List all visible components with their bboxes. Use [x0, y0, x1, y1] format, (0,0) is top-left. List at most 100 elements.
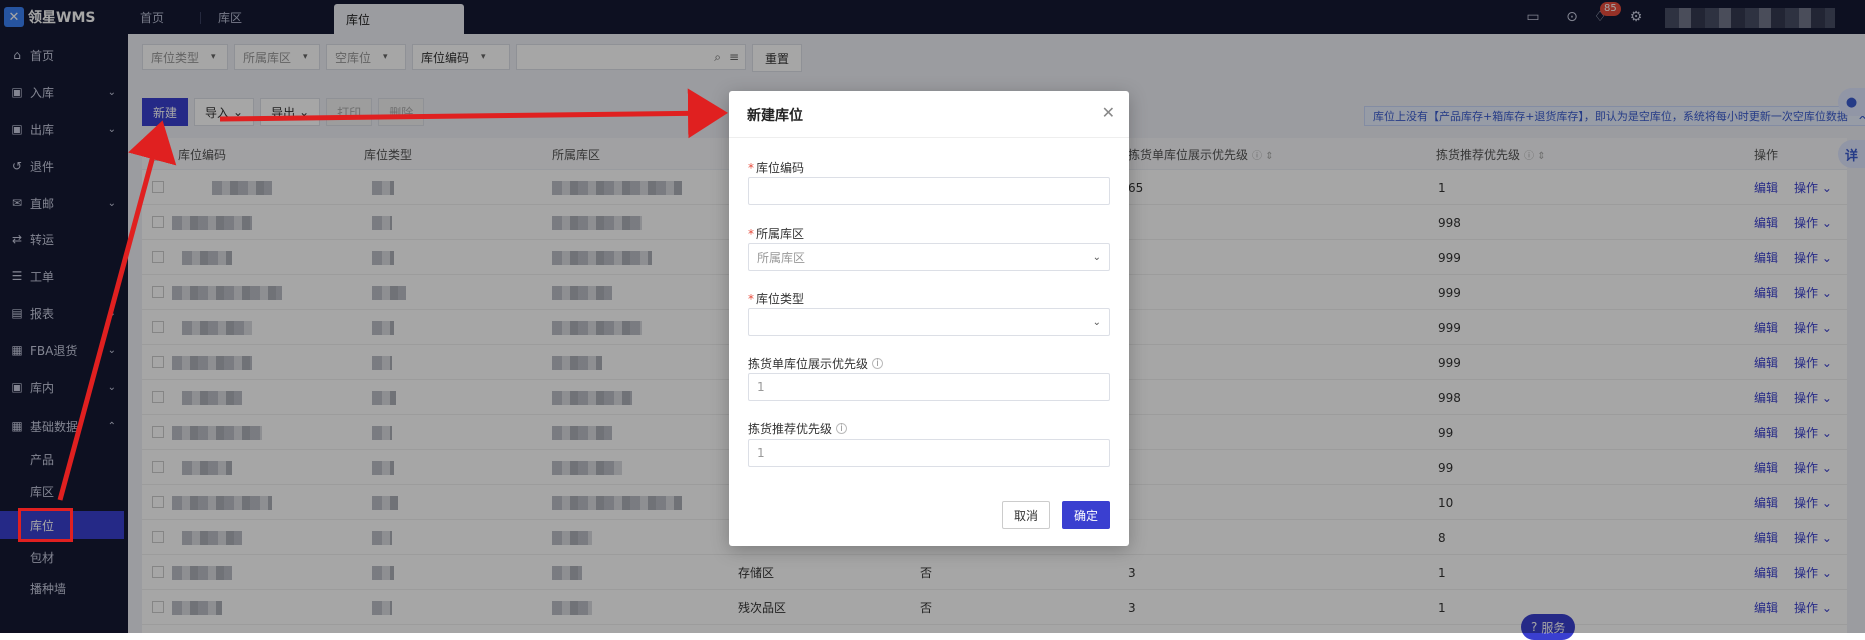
row-actions-dropdown[interactable]: 操作 ⌄	[1794, 485, 1832, 520]
pick-priority-input[interactable]: 1	[748, 439, 1110, 467]
inbox-icon[interactable]: ▭	[1524, 8, 1542, 26]
edit-link[interactable]: 编辑	[1754, 590, 1778, 625]
sidebar-item-basic-data[interactable]: ▦ 基础数据 ⌃	[0, 411, 128, 441]
sidebar-item-return[interactable]: ↺ 退件	[0, 151, 128, 181]
tab-home[interactable]: 首页	[128, 0, 176, 34]
edit-link[interactable]: 编辑	[1754, 485, 1778, 520]
edit-link[interactable]: 编辑	[1754, 555, 1778, 590]
row-actions-dropdown[interactable]: 操作 ⌄	[1794, 415, 1832, 450]
sidebar-item-home[interactable]: ⌂ 首页	[0, 40, 128, 70]
location-type-select[interactable]: 库位类型 ▾	[142, 44, 228, 70]
row-checkbox[interactable]	[152, 461, 164, 473]
info-icon[interactable]: i	[836, 423, 848, 434]
print-button[interactable]: 打印	[326, 98, 373, 126]
sidebar-item-direct-mail[interactable]: ✉ 直邮 ⌄	[0, 188, 128, 218]
multi-line-icon[interactable]: ≡	[729, 50, 739, 64]
export-button[interactable]: 导出 ⌄	[260, 98, 321, 126]
row-checkbox[interactable]	[152, 321, 164, 333]
edit-link[interactable]: 编辑	[1754, 450, 1778, 485]
row-checkbox[interactable]	[152, 356, 164, 368]
sidebar-item-fba-return[interactable]: ▦ FBA退货 ⌄	[0, 335, 128, 365]
search-input[interactable]: ⌕ ≡	[516, 44, 746, 70]
edit-link[interactable]: 编辑	[1754, 240, 1778, 275]
delete-button[interactable]: 删除	[378, 98, 425, 126]
row-actions-dropdown[interactable]: 操作 ⌄	[1794, 520, 1832, 555]
edit-link[interactable]: 编辑	[1754, 310, 1778, 345]
location-type-select[interactable]: ⌄	[748, 308, 1110, 336]
info-icon[interactable]: ⓘ ⇕	[1252, 147, 1274, 162]
assistant-icon[interactable]: ●	[1838, 88, 1865, 116]
edit-link[interactable]: 编辑	[1754, 380, 1778, 415]
sidebar-subitem-sowing-wall[interactable]: 播种墙	[0, 574, 128, 602]
cancel-button[interactable]: 取消	[1002, 501, 1050, 529]
sidebar-subitem-zone[interactable]: 库区	[0, 477, 128, 505]
tab-location[interactable]: 库位	[334, 4, 464, 34]
display-priority-input[interactable]: 1	[748, 373, 1110, 401]
new-button[interactable]: 新建	[142, 98, 189, 126]
row-actions-dropdown[interactable]: 操作 ⌄	[1794, 205, 1832, 240]
sidebar-item-inbound[interactable]: ▣ 入库 ⌄	[0, 77, 128, 107]
edit-link[interactable]: 编辑	[1754, 415, 1778, 450]
select-value: 库位类型	[151, 50, 200, 65]
direct-mail-icon: ✉	[11, 196, 23, 210]
confirm-button[interactable]: 确定	[1062, 501, 1110, 529]
user-info-blurred[interactable]	[1665, 8, 1835, 28]
select-all-checkbox[interactable]	[152, 149, 164, 161]
edit-link[interactable]: 编辑	[1754, 520, 1778, 555]
divider	[729, 137, 1129, 138]
edit-link[interactable]: 编辑	[1754, 275, 1778, 310]
app-logo[interactable]: ✕ 领星WMS	[0, 0, 128, 34]
info-icon[interactable]: i	[872, 358, 884, 369]
sidebar-item-report[interactable]: ▤ 报表 ⌄	[0, 298, 128, 328]
sidebar-subitem-packaging[interactable]: 包材	[0, 543, 128, 571]
sidebar-item-workorder[interactable]: ☰ 工单	[0, 261, 128, 291]
table-row[interactable]: 存储区否 3 1 编辑 操作 ⌄	[142, 555, 1847, 590]
search-icon[interactable]: ⌕	[714, 50, 721, 65]
sidebar-item-transfer[interactable]: ⇄ 转运	[0, 224, 128, 254]
row-checkbox[interactable]	[152, 181, 164, 193]
row-actions-dropdown[interactable]: 操作 ⌄	[1794, 590, 1832, 625]
sidebar-item-outbound[interactable]: ▣ 出库 ⌄	[0, 114, 128, 144]
row-actions-dropdown[interactable]: 操作 ⌄	[1794, 450, 1832, 485]
tab-zone[interactable]: 库区	[206, 0, 254, 34]
row-checkbox[interactable]	[152, 426, 164, 438]
row-checkbox[interactable]	[152, 601, 164, 613]
row-checkbox[interactable]	[152, 566, 164, 578]
settings-icon[interactable]: ⚙	[1627, 8, 1645, 26]
sidebar-subitem-product[interactable]: 产品	[0, 445, 128, 473]
service-button[interactable]: ? 服务	[1521, 614, 1576, 640]
row-checkbox[interactable]	[152, 496, 164, 508]
required-mark: *	[748, 291, 754, 306]
row-checkbox[interactable]	[152, 251, 164, 263]
reset-button[interactable]: 重置	[752, 44, 803, 72]
row-actions-dropdown[interactable]: 操作 ⌄	[1794, 275, 1832, 310]
row-actions-dropdown[interactable]: 操作 ⌄	[1794, 345, 1832, 380]
edit-link[interactable]: 编辑	[1754, 170, 1778, 205]
row-actions-dropdown[interactable]: 操作 ⌄	[1794, 170, 1832, 205]
import-button[interactable]: 导入 ⌄	[194, 98, 255, 126]
location-code-input[interactable]	[748, 177, 1110, 205]
row-actions-dropdown[interactable]: 操作 ⌄	[1794, 240, 1832, 275]
zone-select[interactable]: 所属库区 ▾	[234, 44, 320, 70]
search-field-select[interactable]: 库位编码 ▾	[412, 44, 510, 70]
row-checkbox[interactable]	[152, 216, 164, 228]
row-actions-dropdown[interactable]: 操作 ⌄	[1794, 380, 1832, 415]
chevron-down-icon: ⌄	[1821, 495, 1832, 510]
edit-link[interactable]: 编辑	[1754, 205, 1778, 240]
row-checkbox[interactable]	[152, 286, 164, 298]
zone-select[interactable]: 所属库区 ⌄	[748, 243, 1110, 271]
row-checkbox[interactable]	[152, 391, 164, 403]
warehouse-icon: ▣	[11, 380, 23, 394]
edit-link[interactable]: 编辑	[1754, 345, 1778, 380]
row-actions-dropdown[interactable]: 操作 ⌄	[1794, 310, 1832, 345]
flag-cell: 否	[920, 566, 933, 580]
close-icon[interactable]: ✕	[1102, 103, 1115, 122]
row-checkbox[interactable]	[152, 531, 164, 543]
detail-button[interactable]: 详	[1838, 140, 1865, 168]
sidebar-item-warehouse[interactable]: ▣ 库内 ⌄	[0, 372, 128, 402]
info-icon[interactable]: ⓘ ⇕	[1524, 147, 1546, 162]
table-row[interactable]: 残次品区否 3 1 编辑 操作 ⌄	[142, 590, 1847, 625]
row-actions-dropdown[interactable]: 操作 ⌄	[1794, 555, 1832, 590]
empty-location-select[interactable]: 空库位 ▾	[326, 44, 406, 70]
download-icon[interactable]: ⊙	[1563, 8, 1581, 26]
